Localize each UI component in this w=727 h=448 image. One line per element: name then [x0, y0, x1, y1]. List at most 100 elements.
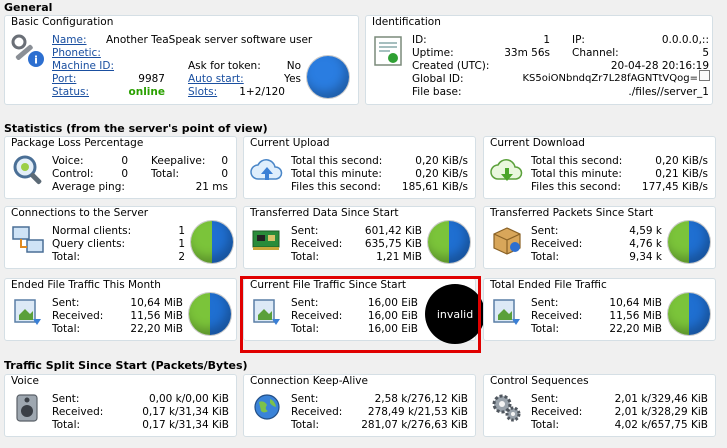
current-download-panel: Current Download Total this second: 0,20…	[483, 136, 716, 199]
keepalive-loss-label: Keepalive:	[151, 155, 206, 167]
packets-sent-value: 4,59 k	[629, 225, 662, 237]
keepalive-traffic-title: Connection Keep-Alive	[250, 375, 368, 387]
ended-month-sent-label: Sent:	[52, 297, 80, 309]
ended-file-traffic-month-title: Ended File Traffic This Month	[11, 279, 161, 291]
voice-traffic-title: Voice	[11, 375, 39, 387]
created-label: Created (UTC):	[412, 60, 490, 72]
basic-config-panel: Basic Configuration i Name: Another TeaS…	[4, 15, 359, 105]
total-ended-pie-chart	[668, 293, 710, 335]
global-id-label: Global ID:	[412, 73, 464, 85]
current-upload-title: Current Upload	[250, 137, 330, 149]
keepalive-total-label: Total:	[291, 419, 320, 431]
identification-panel: Identification ID: 1 IP: 0.0.0.0,:: Upti…	[365, 15, 713, 105]
connections-pie-chart	[191, 221, 233, 263]
average-ping-value: 21 ms	[195, 181, 228, 193]
transferred-packets-title: Transferred Packets Since Start	[490, 207, 654, 219]
transferred-data-title: Transferred Data Since Start	[250, 207, 399, 219]
network-card-icon	[252, 230, 280, 250]
connections-title: Connections to the Server	[11, 207, 149, 219]
auto-start-link[interactable]: Auto start:	[188, 73, 244, 85]
upload-files-label: Files this second:	[291, 181, 381, 193]
control-sequences-title: Control Sequences	[490, 375, 589, 387]
keepalive-traffic-panel: Connection Keep-Alive Sent: 2,58 k/276,1…	[243, 374, 476, 437]
upload-second-value: 0,20 KiB/s	[415, 155, 468, 167]
voice-loss-value: 0	[121, 155, 128, 167]
download-files-label: Files this second:	[531, 181, 621, 193]
uptime-label: Uptime:	[412, 47, 454, 59]
voice-received-label: Received:	[52, 406, 104, 418]
control-total-value: 4,02 k/657,75 KiB	[614, 419, 708, 431]
gears-icon	[492, 394, 521, 422]
speaker-icon	[16, 394, 38, 422]
total-ended-total-value: 22,20 MiB	[609, 323, 662, 335]
ended-month-pie-chart	[189, 293, 231, 335]
channel-value: 5	[702, 47, 709, 59]
status-value: online	[128, 86, 165, 98]
upload-minute-value: 0,20 KiB/s	[415, 168, 468, 180]
created-value: 20-04-28 20:16:19	[610, 60, 709, 72]
transferred-data-panel: Transferred Data Since Start Sent: 601,4…	[243, 206, 476, 269]
keepalive-received-value: 278,49 k/21,53 KiB	[367, 406, 468, 418]
query-clients-label: Query clients:	[52, 238, 126, 250]
slots-link[interactable]: Slots:	[188, 86, 217, 98]
control-received-value: 2,01 k/328,29 KiB	[614, 406, 708, 418]
server-name-value: Another TeaSpeak server software user	[106, 34, 313, 46]
download-second-value: 0,20 KiB/s	[655, 155, 708, 167]
control-sent-label: Sent:	[531, 393, 559, 405]
keepalive-received-label: Received:	[291, 406, 343, 418]
name-link[interactable]: Name:	[52, 34, 87, 46]
total-ended-file-traffic-title: Total Ended File Traffic	[490, 279, 607, 291]
keepalive-sent-label: Sent:	[291, 393, 319, 405]
ended-file-traffic-month-panel: Ended File Traffic This Month Sent: 10,6…	[4, 278, 237, 341]
upload-files-value: 185,61 KiB/s	[401, 181, 468, 193]
query-clients-value: 1	[178, 238, 185, 250]
ip-value: 0.0.0.0,::	[661, 34, 709, 46]
download-minute-value: 0,21 KiB/s	[655, 168, 708, 180]
ended-month-received-value: 11,56 MiB	[130, 310, 183, 322]
slots-pie-chart	[307, 56, 349, 98]
control-sequences-panel: Control Sequences Sent: 2,01 k/329,46 Ki…	[483, 374, 716, 437]
file-transfer-icon	[14, 299, 41, 325]
transferred-sent-value: 601,42 KiB	[364, 225, 422, 237]
transferred-sent-label: Sent:	[291, 225, 319, 237]
connections-total-label: Total:	[52, 251, 81, 263]
port-link[interactable]: Port:	[52, 73, 76, 85]
port-value: 9987	[138, 73, 165, 85]
ended-month-received-label: Received:	[52, 310, 104, 322]
download-second-label: Total this second:	[531, 155, 623, 167]
highlight-frame	[240, 276, 481, 353]
voice-sent-value: 0,00 k/0,00 KiB	[148, 393, 229, 405]
packets-received-label: Received:	[531, 238, 583, 250]
normal-clients-value: 1	[178, 225, 185, 237]
control-received-label: Received:	[531, 406, 583, 418]
keepalive-sent-value: 2,58 k/276,12 KiB	[374, 393, 468, 405]
current-download-title: Current Download	[490, 137, 585, 149]
general-section-title: General	[4, 1, 53, 14]
copy-global-id-button[interactable]	[699, 70, 710, 81]
svg-text:i: i	[34, 54, 38, 67]
global-id-value: KS5oiONbndqZr7L28fAGNTtVQog=	[522, 73, 698, 84]
total-ended-file-traffic-panel: Total Ended File Traffic Sent: 10,64 MiB…	[483, 278, 716, 341]
control-sent-value: 2,01 k/329,46 KiB	[614, 393, 708, 405]
average-ping-label: Average ping:	[52, 181, 125, 193]
phonetic-link[interactable]: Phonetic:	[52, 47, 101, 59]
cloud-download-icon	[490, 159, 523, 181]
voice-traffic-panel: Voice Sent: 0,00 k/0,00 KiB Received: 0,…	[4, 374, 237, 437]
transferred-received-label: Received:	[291, 238, 343, 250]
transferred-data-pie-chart	[428, 221, 470, 263]
download-files-value: 177,45 KiB/s	[641, 181, 708, 193]
voice-received-value: 0,17 k/31,34 KiB	[142, 406, 229, 418]
packets-total-label: Total:	[531, 251, 560, 263]
status-link[interactable]: Status:	[52, 86, 89, 98]
transferred-total-label: Total:	[291, 251, 320, 263]
traffic-split-section-title: Traffic Split Since Start (Packets/Bytes…	[4, 359, 248, 372]
auto-start-value: Yes	[284, 73, 301, 85]
total-ended-sent-value: 10,64 MiB	[609, 297, 662, 309]
machine-id-link[interactable]: Machine ID:	[52, 60, 114, 72]
ask-token-label: Ask for token:	[188, 60, 261, 72]
keepalive-loss-value: 0	[221, 155, 228, 167]
ended-month-sent-value: 10,64 MiB	[130, 297, 183, 309]
ended-month-total-value: 22,20 MiB	[130, 323, 183, 335]
ask-token-value: No	[286, 60, 301, 72]
total-ended-total-label: Total:	[531, 323, 560, 335]
